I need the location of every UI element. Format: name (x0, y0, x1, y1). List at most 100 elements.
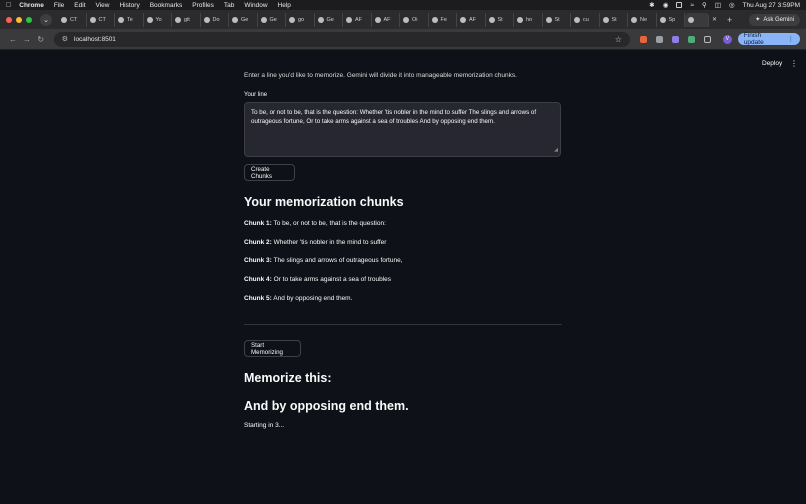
browser-tab[interactable]: Ge (315, 12, 343, 27)
new-tab-button[interactable]: + (727, 15, 732, 25)
browser-tab[interactable]: St (486, 12, 514, 27)
menu-edit[interactable]: Edit (74, 2, 85, 9)
browser-tab[interactable]: CT (58, 12, 87, 27)
line-textarea[interactable]: To be, or not to be, that is the questio… (244, 102, 561, 157)
browser-tab[interactable]: git (172, 12, 201, 27)
menu-view[interactable]: View (96, 2, 110, 9)
browser-tab[interactable]: go (286, 12, 315, 27)
more-vert-icon: ⋮ (787, 36, 795, 43)
site-info-icon[interactable]: ⚙ (62, 35, 68, 43)
resize-grip-icon[interactable]: ◢ (554, 146, 558, 155)
browser-tab[interactable]: Sp (657, 12, 685, 27)
back-button[interactable]: ← (6, 35, 20, 44)
tab-title: Do (212, 16, 220, 23)
menu-clock[interactable]: Thu Aug 27 3:59PM (743, 2, 800, 9)
chunk-text: To be, or not to be, that is the questio… (271, 220, 386, 227)
tab-title: Ge (326, 16, 334, 23)
menu-file[interactable]: File (54, 2, 64, 9)
tab-favicon-icon (602, 16, 609, 23)
chunk-label: Chunk 5: (244, 295, 272, 302)
tab-favicon-icon (232, 16, 238, 23)
record-icon[interactable]: ◉ (663, 1, 669, 9)
macos-menu-bar:  Chrome File Edit View History Bookmark… (0, 0, 806, 10)
browser-tab[interactable]: CT (87, 12, 115, 27)
extension-icon[interactable] (639, 35, 647, 43)
tab-title: Ne (640, 16, 648, 23)
chunk-text: And by opposing end them. (271, 295, 353, 302)
tab-favicon-icon (61, 16, 67, 23)
browser-tab[interactable]: St (600, 12, 628, 27)
search-icon[interactable]: ⚲ (702, 1, 707, 9)
browser-tab[interactable] (685, 12, 709, 27)
extension-icon[interactable] (671, 35, 679, 43)
minimize-window-button[interactable] (16, 16, 22, 23)
tab-search-button[interactable]: ⌄ (40, 13, 52, 26)
tab-title: Yo (155, 16, 162, 23)
browser-tab[interactable]: Te (115, 12, 144, 27)
address-bar[interactable]: ⚙ localhost:8501 ☆ (53, 31, 630, 47)
browser-tab[interactable]: Ne (628, 12, 657, 27)
browser-tab[interactable]: cu (571, 12, 600, 27)
bluetooth-icon[interactable]: ✱ (649, 1, 654, 9)
browser-tab[interactable]: Oi (400, 12, 429, 27)
battery-icon[interactable] (676, 2, 683, 8)
chunk-label: Chunk 3: (244, 257, 272, 264)
close-tab-icon[interactable]: ✕ (712, 16, 717, 23)
menu-profiles[interactable]: Profiles (192, 2, 214, 9)
chunk-item: Chunk 2: Whether 'tis nobler in the mind… (244, 239, 386, 246)
tab-favicon-icon (203, 16, 210, 23)
finish-update-label: Finish update (743, 32, 764, 46)
menu-tab[interactable]: Tab (224, 2, 234, 9)
chunk-text: The slings and arrows of outrageous fort… (271, 257, 403, 264)
extensions-puzzle-icon[interactable] (703, 35, 711, 43)
deploy-button[interactable]: Deploy (762, 60, 782, 67)
siri-icon[interactable]: ◎ (729, 1, 735, 9)
menu-help[interactable]: Help (278, 2, 291, 9)
zoom-window-button[interactable] (26, 16, 32, 23)
tab-list: CT CT Te Yo git Do Ge Ge go Ge AF AF Oi Fe AF St ho St cu S… (58, 12, 709, 27)
reload-button[interactable]: ↻ (34, 35, 48, 44)
browser-tab[interactable]: AF (372, 12, 400, 27)
tab-title: Te (127, 16, 133, 23)
browser-tab[interactable]: Fe (429, 12, 457, 27)
tab-favicon-icon (403, 16, 409, 23)
wifi-icon[interactable]: ≈ (690, 2, 694, 9)
close-window-button[interactable] (6, 16, 12, 23)
tab-title: AF (355, 16, 363, 23)
tab-favicon-icon (460, 16, 466, 23)
finish-update-button[interactable]: Finish update ⋮ (737, 32, 800, 46)
menu-history[interactable]: History (119, 2, 139, 9)
browser-tab[interactable]: Yo (144, 12, 172, 27)
tab-title: Oi (412, 16, 418, 23)
chunk-label: Chunk 2: (244, 239, 272, 246)
extension-icons (639, 35, 711, 43)
instructions-text: Enter a line you'd like to memorize. Gem… (244, 72, 517, 79)
tab-title: AF (469, 16, 477, 23)
browser-tab[interactable]: ho (514, 12, 543, 27)
ask-gemini-button[interactable]: ✦ Ask Gemini (749, 13, 800, 26)
menu-app-chrome[interactable]: Chrome (19, 2, 44, 9)
bookmark-star-icon[interactable]: ☆ (615, 35, 622, 44)
forward-button[interactable]: → (20, 35, 34, 44)
extension-icon[interactable] (655, 35, 663, 43)
browser-tab[interactable]: Ge (258, 12, 286, 27)
tab-favicon-icon (317, 16, 324, 23)
browser-tab[interactable]: AF (457, 12, 486, 27)
tab-favicon-icon (488, 16, 495, 23)
browser-tab[interactable]: Do (201, 12, 229, 27)
tab-favicon-icon (146, 16, 153, 23)
main-menu-icon[interactable]: ⋮ (790, 59, 798, 68)
gemini-icon: ✦ (755, 17, 761, 23)
chunk-label: Chunk 4: (244, 276, 272, 283)
create-chunks-button[interactable]: Create Chunks (244, 164, 295, 181)
extension-icon[interactable] (687, 35, 695, 43)
profile-avatar[interactable]: V (722, 34, 732, 44)
menu-window[interactable]: Window (244, 2, 267, 9)
browser-tab[interactable]: Ge (229, 12, 258, 27)
start-memorizing-button[interactable]: Start Memorizing (244, 340, 301, 357)
control-center-icon[interactable]: ◫ (715, 1, 721, 9)
apple-icon[interactable]:  (6, 2, 11, 9)
browser-tab[interactable]: AF (343, 12, 372, 27)
menu-bookmarks[interactable]: Bookmarks (150, 2, 183, 9)
browser-tab[interactable]: St (543, 12, 571, 27)
